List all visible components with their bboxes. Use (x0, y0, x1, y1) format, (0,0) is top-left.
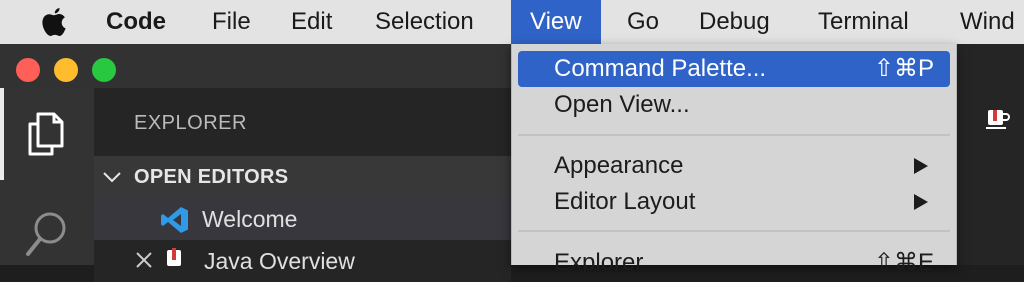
menu-debug[interactable]: Debug (699, 0, 770, 44)
macos-menu-bar: Code File Edit Selection View Go Debug T… (0, 0, 1024, 44)
zoom-window-button[interactable] (92, 58, 116, 82)
menu-window[interactable]: Wind (960, 0, 1015, 44)
open-editor-item[interactable]: Welcome (94, 198, 511, 240)
open-editor-item[interactable]: Java Overview (94, 240, 511, 282)
menu-item-label: Open View... (554, 91, 690, 118)
menu-item-label: Appearance (554, 152, 684, 179)
explorer-sidebar: EXPLORER OPEN EDITORS Welcome Java Overv… (94, 88, 511, 282)
explorer-title: EXPLORER (134, 112, 247, 134)
menu-selection[interactable]: Selection (375, 0, 474, 44)
menu-item-command-palette[interactable]: Command Palette... ⇧⌘P (518, 51, 950, 87)
menu-item-label: Explorer (554, 249, 644, 276)
search-icon[interactable] (24, 208, 70, 258)
menu-item-label: Editor Layout (554, 188, 696, 215)
open-editors-header[interactable]: OPEN EDITORS (94, 156, 511, 198)
menu-separator (518, 230, 950, 232)
shortcut-label: ⇧⌘E (873, 249, 934, 276)
menu-edit[interactable]: Edit (291, 0, 332, 44)
activity-bar (0, 88, 94, 265)
menu-go[interactable]: Go (627, 0, 659, 44)
menu-file[interactable]: File (212, 0, 251, 44)
menu-item-explorer[interactable]: Explorer ⇧⌘E (518, 245, 950, 281)
close-window-button[interactable] (16, 58, 40, 82)
menu-view[interactable]: View (511, 0, 601, 44)
menu-separator (518, 134, 950, 136)
shortcut-label: ⇧⌘P (873, 55, 934, 82)
apple-logo-icon[interactable] (40, 6, 68, 38)
java-tab-icon[interactable] (985, 106, 1011, 132)
menu-item-open-view[interactable]: Open View... (518, 87, 950, 123)
open-editors-label: OPEN EDITORS (134, 166, 289, 188)
editor-tab-strip (955, 44, 1024, 265)
submenu-arrow-icon (914, 194, 928, 210)
menu-item-editor-layout[interactable]: Editor Layout (518, 184, 950, 220)
view-dropdown-menu: Command Palette... ⇧⌘P Open View... Appe… (511, 44, 957, 276)
editor-name: Java Overview (204, 248, 355, 274)
files-icon[interactable] (24, 110, 68, 158)
submenu-arrow-icon (914, 158, 928, 174)
menu-terminal[interactable]: Terminal (818, 0, 909, 44)
chevron-down-icon (103, 172, 121, 183)
close-icon[interactable] (134, 250, 154, 270)
vscode-icon (161, 207, 188, 233)
active-indicator (0, 88, 4, 180)
app-menu-code[interactable]: Code (106, 0, 166, 44)
java-icon (167, 248, 181, 266)
editor-name: Welcome (202, 206, 298, 232)
menu-item-appearance[interactable]: Appearance (518, 148, 950, 184)
minimize-window-button[interactable] (54, 58, 78, 82)
menu-item-label: Command Palette... (554, 55, 767, 82)
